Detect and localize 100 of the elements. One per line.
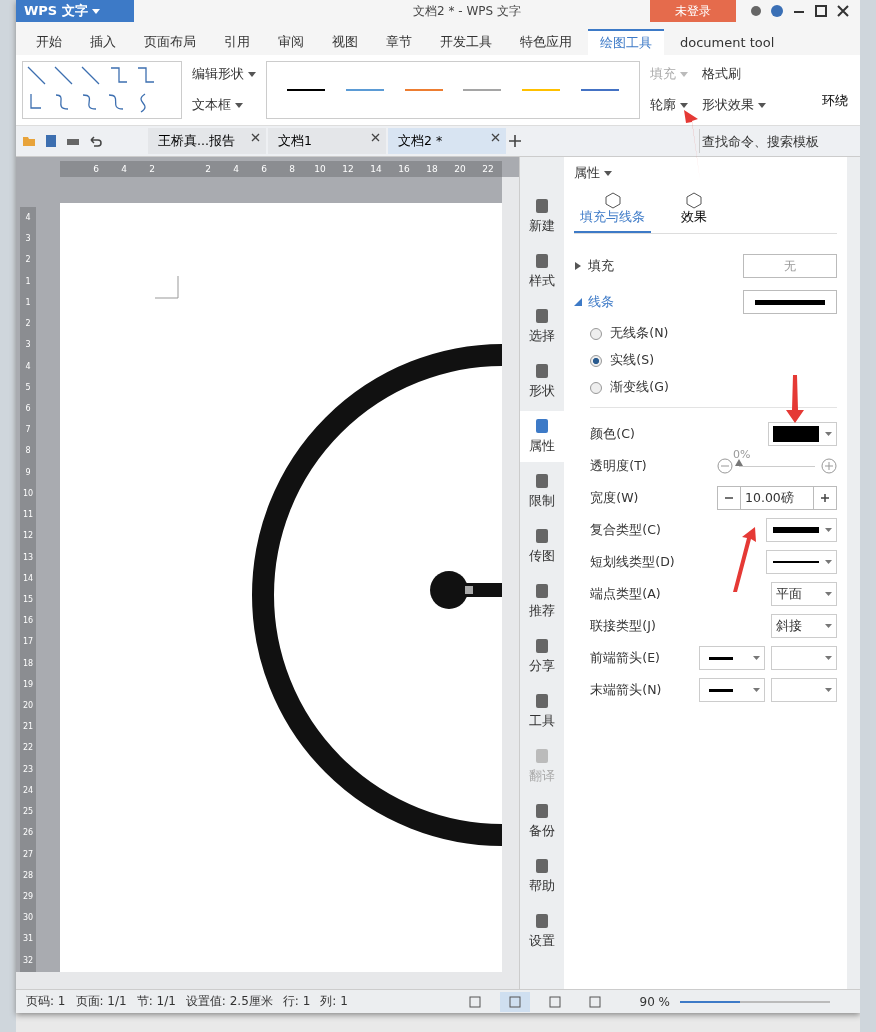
panel-title[interactable]: 属性 [574,164,613,182]
close-icon[interactable] [371,133,380,142]
collapse-triangle-icon [574,298,583,306]
sidebar-item[interactable]: 帮助 [520,851,565,902]
width-stepper[interactable]: 10.00磅 [717,486,838,510]
ruler-number: 22 [21,743,35,754]
horizontal-scrollbar[interactable] [16,972,520,989]
document-tab[interactable]: 文档1 [268,128,386,154]
sidebar-item[interactable]: 工具 [520,686,565,737]
panel-tab[interactable]: 填充与线条 [574,189,652,233]
vertical-scrollbar[interactable] [502,177,520,972]
edit-shape-button[interactable]: 编辑形状 [188,64,260,85]
sidebar-item[interactable]: 传图 [520,521,565,572]
ribbon-tab[interactable]: 特色应用 [508,29,584,55]
ruler-number: 8 [24,446,32,457]
status-item: 页面: 1/1 [75,993,127,1010]
close-icon[interactable] [836,4,850,18]
ribbon-tab[interactable]: document tool [668,29,787,55]
sidebar-item[interactable]: 属性 [520,411,565,462]
ribbon-tab[interactable]: 视图 [320,29,370,55]
undo-icon[interactable] [88,134,102,148]
ruler-number: 4 [232,163,240,176]
close-icon[interactable] [491,133,500,142]
wrap-button[interactable]: 环绕 [816,69,854,111]
ribbon-tab[interactable]: 审阅 [266,29,316,55]
ruler-number: 29 [21,892,35,902]
ruler-number: 25 [21,807,35,818]
caret-icon [91,8,100,15]
line-type-dropdown[interactable] [766,550,838,574]
radio-label: 渐变线(G) [610,379,669,396]
color-picker[interactable] [768,422,838,446]
margin-corner-mark [154,275,180,301]
sidebar-item[interactable]: 新建 [520,191,565,242]
arrow-style-dropdown[interactable] [699,678,766,702]
caret-icon [753,688,761,692]
ruler-number: 16 [397,163,411,176]
outline-button[interactable]: 轮廓 [646,95,692,116]
property-label: 颜色(C) [590,425,636,443]
dropdown[interactable]: 斜接 [771,614,838,638]
line-type-dropdown[interactable] [766,518,838,542]
annotation-arrow [786,375,804,423]
panel-tab[interactable]: 效果 [675,189,714,233]
zoom-slider[interactable] [680,1000,830,1003]
caret-icon [680,102,688,109]
status-item: 行: 1 [282,993,311,1010]
ruler-number: 7 [24,425,32,436]
sidebar-item[interactable]: 备份 [520,796,565,847]
app-menu-button[interactable]: WPS 文字 [16,0,134,22]
sidebar-item[interactable]: 分享 [520,631,565,682]
ribbon-tab[interactable]: 页面布局 [132,29,208,55]
line-section-toggle[interactable]: 线条 [574,293,615,311]
radio-button[interactable] [590,354,603,367]
ruler-number: 12 [341,163,355,176]
ruler-number: 16 [21,616,35,627]
status-item: 列: 1 [320,993,348,1010]
document-tab[interactable]: 文档2 * [388,128,506,154]
document-tab[interactable]: 王桥真...报告 [148,128,266,154]
format-painter-button[interactable]: 格式刷 [698,64,770,85]
ribbon-tab[interactable]: 插入 [78,29,128,55]
add-icon[interactable] [508,134,522,148]
ruler-number: 18 [425,163,439,176]
text-box-button[interactable]: 文本框 [188,95,260,116]
property-label: 前端箭头(E) [590,649,661,667]
zoom-percent: 90 % [639,994,670,1009]
sidebar-item[interactable]: 选择 [520,301,565,352]
connector-gallery[interactable] [22,61,182,119]
sidebar-item[interactable]: 限制 [520,466,565,517]
sidebar-item[interactable]: 设置 [520,906,565,957]
ruler-number: 26 [21,828,35,839]
ribbon-tab[interactable]: 开发工具 [428,29,504,55]
dropdown[interactable]: 平面 [771,582,838,606]
radio-button[interactable] [590,327,603,340]
ruler-number: 20 [453,163,467,176]
ribbon-tab[interactable]: 开始 [24,29,74,55]
maximize-icon[interactable] [814,4,828,18]
sidebar-item[interactable]: 形状 [520,356,565,407]
line-preview-box[interactable] [743,290,838,314]
arrow-style-dropdown[interactable] [699,646,766,670]
sidebar-item[interactable]: 推荐 [520,576,565,627]
ruler-number: 2 [204,163,212,176]
caret-icon [758,102,766,109]
caret-icon [680,71,688,78]
status-item: 节: 1/1 [136,993,176,1010]
ruler-number: 18 [21,658,35,669]
search-field[interactable]: 查找命令、搜索模板 [699,129,854,153]
radio-button[interactable] [590,381,603,394]
caret-icon [825,688,833,692]
ribbon-tab[interactable]: 绘图工具 [588,29,664,55]
ribbon-tab[interactable]: 章节 [374,29,424,55]
ruler-number: 4 [24,361,32,372]
ruler-number: 10 [21,488,35,499]
ruler-number: 30 [21,913,35,924]
ribbon-tab[interactable]: 引用 [212,29,262,55]
ruler-number: 12 [21,531,35,542]
close-icon[interactable] [251,133,260,142]
shape-effects-button[interactable]: 形状效果 [698,95,770,116]
caret-icon [604,170,613,177]
fill-section-toggle[interactable]: 填充 [574,257,615,275]
ruler-number: 6 [92,163,100,176]
sidebar-item[interactable]: 样式 [520,246,565,297]
